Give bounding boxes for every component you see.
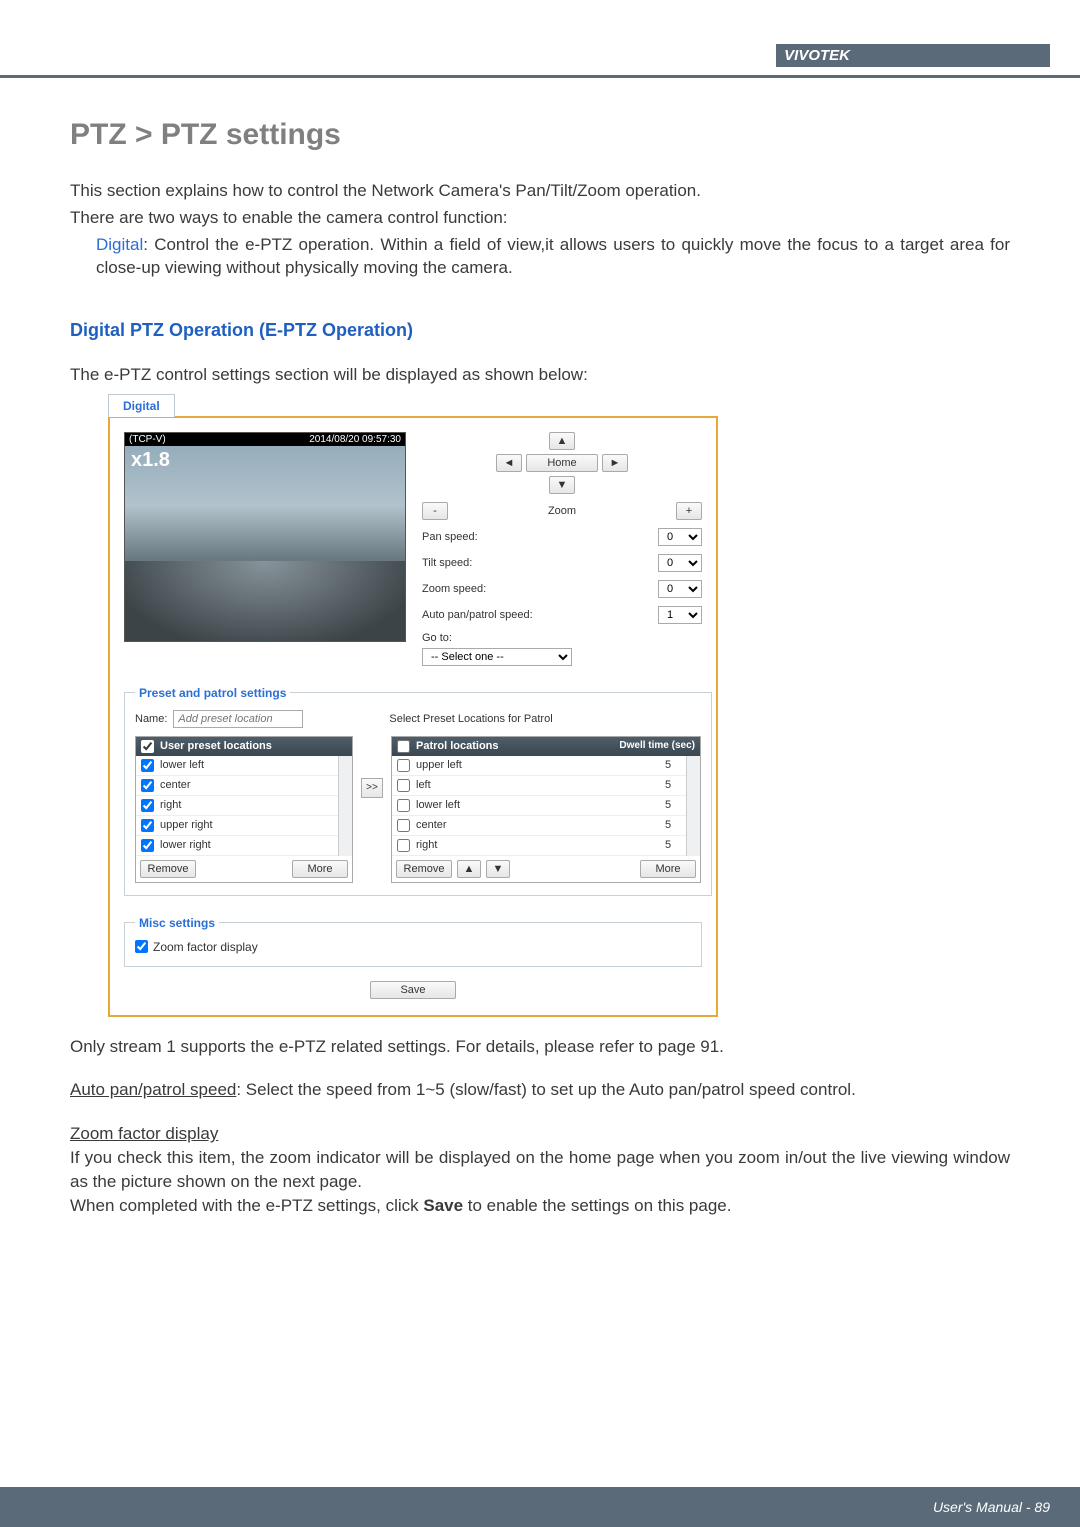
zoom-label: Zoom (452, 505, 672, 517)
preset-name-label: Name: (135, 713, 167, 725)
tilt-up-button[interactable]: ▲ (549, 432, 575, 450)
page-footer: User's Manual - 89 (0, 1487, 1080, 1527)
preset-legend: Preset and patrol settings (135, 686, 290, 700)
tab-digital[interactable]: Digital (108, 394, 175, 417)
preset-list-header: User preset locations (160, 740, 272, 752)
zoomfactor-body-1: If you check this item, the zoom indicat… (70, 1146, 1010, 1194)
patrol-item-checkbox[interactable] (397, 799, 410, 812)
zoom-out-button[interactable]: - (422, 502, 448, 520)
misc-fieldset: Misc settings Zoom factor display (124, 916, 702, 967)
pan-left-button[interactable]: ◄ (496, 454, 522, 472)
goto-select[interactable]: -- Select one -- (422, 648, 572, 666)
patrol-item-checkbox[interactable] (397, 839, 410, 852)
list-item[interactable]: lower left (136, 756, 352, 776)
autopan-body: : Select the speed from 1~5 (slow/fast) … (236, 1080, 855, 1099)
preset-more-button[interactable]: More (292, 860, 348, 878)
patrol-remove-button[interactable]: Remove (396, 860, 452, 878)
preset-header-checkbox[interactable] (141, 740, 154, 753)
patrol-item-checkbox[interactable] (397, 779, 410, 792)
pan-right-button[interactable]: ► (602, 454, 628, 472)
preset-name-input[interactable] (173, 710, 303, 728)
list-item[interactable]: upper right (136, 816, 352, 836)
footer-label: User's Manual - (933, 1499, 1034, 1515)
page-content: PTZ > PTZ settings This section explains… (0, 78, 1080, 1217)
list-item[interactable]: upper left5 (392, 756, 700, 776)
page-header: VIVOTEK (0, 0, 1080, 78)
patrol-move-down-button[interactable]: ▼ (486, 860, 510, 878)
preset-item-checkbox[interactable] (141, 779, 154, 792)
scrollbar[interactable] (338, 756, 352, 856)
intro-paragraph-2: There are two ways to enable the camera … (70, 207, 1010, 230)
section-body: The e-PTZ control settings section will … (70, 363, 1010, 387)
list-item[interactable]: lower left5 (392, 796, 700, 816)
pan-speed-select[interactable]: 0 (658, 528, 702, 546)
preset-fieldset: Preset and patrol settings Name: Select … (124, 686, 712, 896)
goto-label: Go to: (422, 632, 452, 644)
zoom-factor-checkbox[interactable] (135, 940, 148, 953)
patrol-move-up-button[interactable]: ▲ (457, 860, 481, 878)
preset-item-checkbox[interactable] (141, 839, 154, 852)
section-heading: Digital PTZ Operation (E-PTZ Operation) (70, 320, 1010, 341)
zoom-in-button[interactable]: + (676, 502, 702, 520)
footer-page: 89 (1034, 1499, 1050, 1515)
ptz-controls: ▲ ◄ Home ► ▼ - Zoom + Pan speed: 0 Tilt s… (422, 432, 702, 666)
page-title: PTZ > PTZ settings (70, 118, 1010, 152)
zoom-speed-label: Zoom speed: (422, 583, 486, 595)
list-item[interactable]: right5 (392, 836, 700, 856)
digital-description: Digital: Control the e-PTZ operation. Wi… (70, 234, 1010, 280)
preset-item-checkbox[interactable] (141, 799, 154, 812)
scrollbar[interactable] (686, 756, 700, 856)
zoom-overlay: x1.8 (131, 449, 170, 472)
list-item[interactable]: right (136, 796, 352, 816)
note-stream1: Only stream 1 supports the e-PTZ related… (70, 1035, 1010, 1059)
zoom-speed-select[interactable]: 0 (658, 580, 702, 598)
list-item[interactable]: center5 (392, 816, 700, 836)
video-preview: (TCP-V) 2014/08/20 09:57:30 x1.8 (124, 432, 406, 642)
zoomfactor-heading: Zoom factor display (70, 1122, 1010, 1146)
autopan-speed-label: Auto pan/patrol speed: (422, 609, 533, 621)
patrol-list: Patrol locations Dwell time (sec) upper l… (391, 736, 701, 883)
patrol-more-button[interactable]: More (640, 860, 696, 878)
zoomfactor-body-2: When completed with the e-PTZ settings, … (70, 1194, 1010, 1218)
settings-panel: (TCP-V) 2014/08/20 09:57:30 x1.8 ▲ ◄ Hom… (108, 416, 718, 1017)
home-button[interactable]: Home (526, 454, 598, 472)
settings-screenshot: Digital (TCP-V) 2014/08/20 09:57:30 x1.8… (108, 393, 1010, 1017)
user-preset-list: User preset locations lower left center … (135, 736, 353, 883)
list-item[interactable]: lower right (136, 836, 352, 856)
patrol-item-checkbox[interactable] (397, 759, 410, 772)
tilt-speed-select[interactable]: 0 (658, 554, 702, 572)
autopan-label: Auto pan/patrol speed (70, 1080, 236, 1099)
autopan-speed-select[interactable]: 1 (658, 606, 702, 624)
preset-remove-button[interactable]: Remove (140, 860, 196, 878)
save-button[interactable]: Save (370, 981, 456, 999)
preset-item-checkbox[interactable] (141, 819, 154, 832)
list-item[interactable]: left5 (392, 776, 700, 796)
dwell-header: Dwell time (sec) (619, 741, 695, 751)
patrol-header-checkbox[interactable] (397, 740, 410, 753)
intro-paragraph-1: This section explains how to control the… (70, 180, 1010, 203)
tilt-down-button[interactable]: ▼ (549, 476, 575, 494)
list-item[interactable]: center (136, 776, 352, 796)
patrol-item-checkbox[interactable] (397, 819, 410, 832)
pan-speed-label: Pan speed: (422, 531, 478, 543)
brand-label: VIVOTEK (776, 44, 1050, 67)
autopan-paragraph: Auto pan/patrol speed: Select the speed … (70, 1078, 1010, 1102)
video-timestamp: 2014/08/20 09:57:30 (309, 434, 401, 445)
patrol-list-header: Patrol locations (416, 740, 499, 752)
misc-legend: Misc settings (135, 916, 219, 930)
tilt-speed-label: Tilt speed: (422, 557, 472, 569)
digital-desc-text: : Control the e-PTZ operation. Within a … (96, 235, 1010, 277)
save-word: Save (423, 1196, 463, 1215)
digital-label: Digital (96, 235, 143, 254)
video-title: (TCP-V) (129, 434, 166, 445)
zoom-factor-label: Zoom factor display (153, 940, 258, 954)
select-preset-label: Select Preset Locations for Patrol (389, 713, 552, 725)
preset-item-checkbox[interactable] (141, 759, 154, 772)
transfer-right-button[interactable]: >> (361, 778, 383, 798)
